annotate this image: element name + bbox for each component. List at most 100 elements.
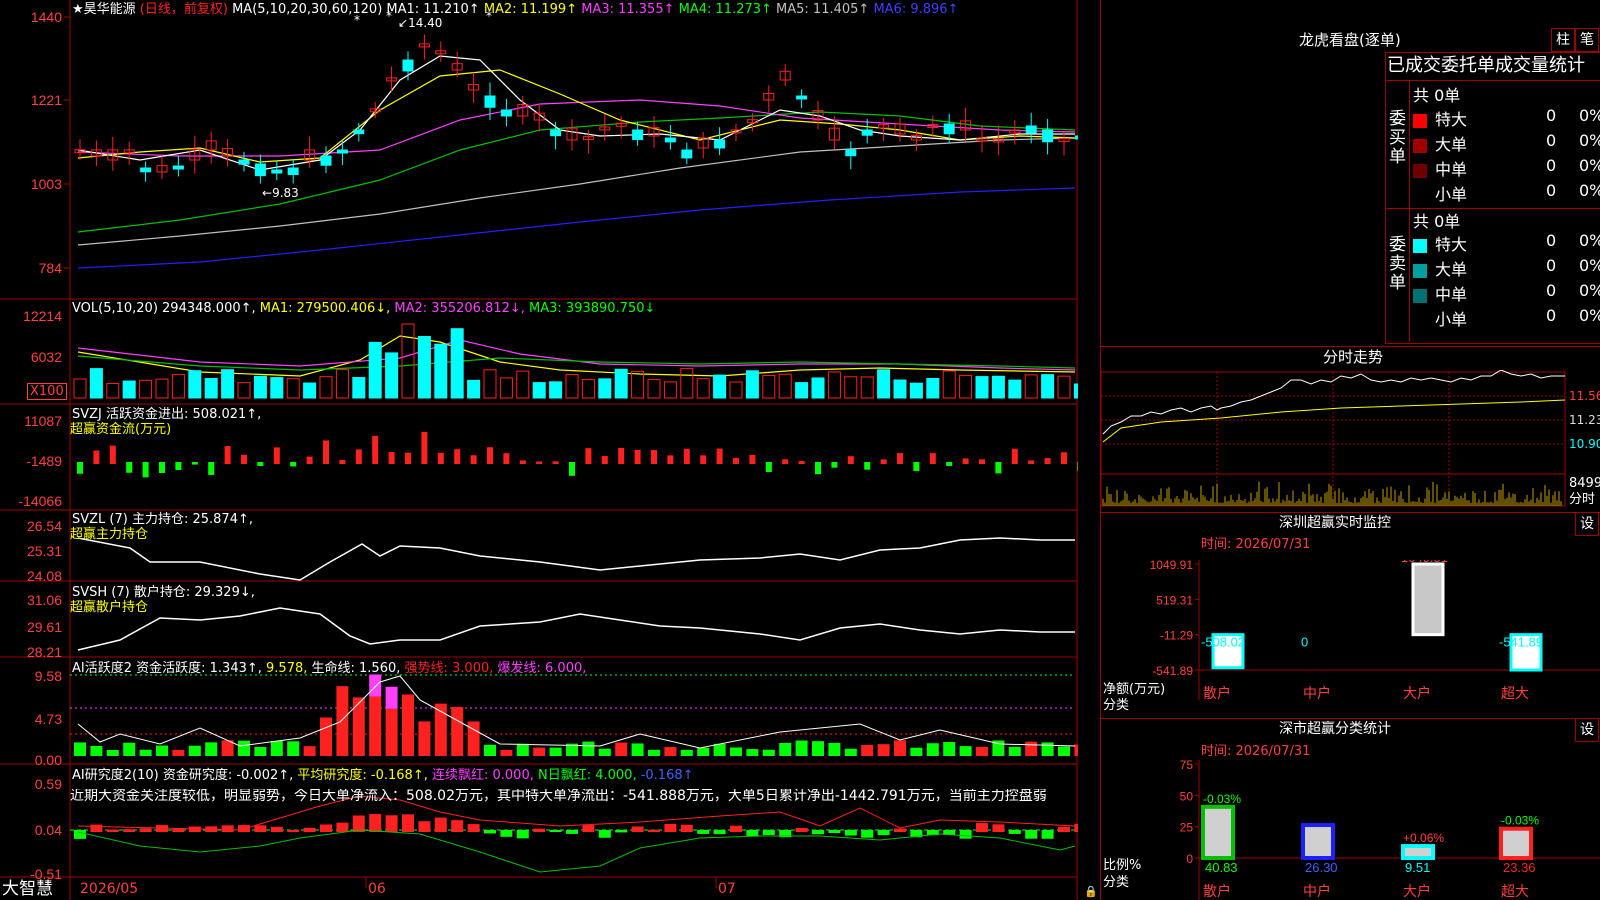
intraday-title: 分时走势 [1323, 348, 1384, 366]
volume-bar [385, 352, 399, 399]
capital-flow-bar [191, 462, 198, 465]
header-value-4: -0.168↑ [640, 768, 694, 783]
research-bar [1008, 830, 1021, 834]
svzj-axis-2: -1489 [26, 453, 62, 469]
brand-logo[interactable]: 大智慧 [2, 880, 53, 899]
vol-unit-badge[interactable]: X100 [27, 383, 67, 400]
stats-value-label: 26.30 [1305, 860, 1338, 875]
capital-flow-bar [1028, 460, 1035, 464]
order-type: 小单 [1435, 185, 1468, 204]
order-pct: 0% [1579, 231, 1600, 250]
volume-bar [844, 376, 858, 399]
price-axis-4: 784 [38, 260, 62, 276]
low-price-label: ←9.83 [262, 186, 299, 200]
research-bar [516, 830, 529, 839]
volume-bar [139, 379, 153, 399]
capital-flow-bar [454, 449, 461, 464]
stats-axis-tick: 50 [1180, 789, 1194, 803]
volume-bar [253, 375, 267, 399]
stats-xlabel: 分类 [1103, 875, 1130, 890]
capital-flow-bar [257, 462, 264, 466]
volume-bar [155, 378, 169, 399]
intraday-axis-1: 11.56 [1569, 389, 1600, 403]
volume-bar [352, 377, 366, 399]
research-bar [598, 830, 611, 838]
order-stats-tabs[interactable]: 已成交委托单成交量统计 [1387, 56, 1585, 76]
order-type: 特大 [1435, 110, 1468, 129]
tick-mode-button[interactable]: 笔 [1575, 28, 1599, 52]
svzj-axis-3: -14066 [18, 493, 62, 509]
sell-total: 共 0单 [1413, 212, 1461, 231]
activity-bar [500, 749, 513, 756]
order-type: 中单 [1435, 160, 1468, 179]
research-bar [680, 824, 693, 832]
activity-bar [238, 740, 250, 756]
activity-bar [402, 694, 414, 756]
research-bar [582, 825, 595, 832]
capital-flow-bar [470, 455, 477, 464]
order-pct: 0% [1579, 306, 1600, 325]
intraday-chart[interactable] [1101, 370, 1600, 510]
capital-flow-bar [618, 447, 625, 464]
research-bar [762, 830, 775, 835]
monitor-axis-tick: -11.29 [1160, 629, 1193, 643]
volume-bar [762, 375, 776, 399]
capital-flow-bar [306, 456, 313, 464]
ai-res-axis-2: 0.04 [34, 822, 62, 838]
stats-category: 大户 [1403, 883, 1431, 900]
research-bar [418, 821, 431, 832]
svsh-axis-3: 28.21 [26, 644, 62, 660]
order-count: 0 [1546, 181, 1557, 200]
stats-axis-tick: 75 [1180, 760, 1194, 772]
activity-bar [516, 743, 529, 756]
capital-flow-bar [536, 461, 543, 464]
research-bar [812, 830, 824, 835]
header-value-0: AI活跃度2 资金活跃度: 1.343↑, [72, 661, 267, 676]
capital-flow-bar [339, 459, 346, 464]
bar-mode-button[interactable]: 柱 [1551, 28, 1575, 52]
monitor-settings-button[interactable]: 设 [1575, 512, 1599, 536]
color-swatch [1413, 163, 1427, 178]
volume-bar [319, 376, 333, 399]
monitor-ylabel: 净额(万元) [1103, 682, 1166, 697]
activity-bar [139, 749, 152, 756]
order-count: 0 [1546, 131, 1557, 150]
capital-flow-bar [667, 455, 674, 464]
capital-flow-bar [355, 449, 362, 464]
volume-bar [991, 375, 1005, 399]
ai-axis-2: 4.73 [34, 711, 62, 727]
research-bar [1058, 826, 1070, 832]
research-bar [877, 830, 890, 836]
intraday-volume [1102, 481, 1562, 506]
research-bar [533, 828, 546, 832]
stats-change-label: -0.03% [1203, 792, 1241, 806]
volume-bar [647, 379, 661, 399]
volume-bar [532, 382, 546, 399]
activity-bar [582, 741, 595, 756]
lock-icon[interactable]: 🔒 [1084, 884, 1098, 899]
activity-bar [533, 747, 546, 756]
research-bar [861, 830, 874, 838]
stats-settings-button[interactable]: 设 [1575, 718, 1599, 742]
order-pct: 0% [1579, 131, 1600, 150]
volume-bar [221, 369, 235, 399]
order-type: 特大 [1435, 235, 1468, 254]
activity-bar [812, 741, 824, 756]
capital-flow-bar [929, 453, 936, 464]
activity-bar [1041, 742, 1054, 756]
svsh-axis-2: 29.61 [26, 619, 62, 635]
activity-bar [106, 749, 119, 756]
activity-bar [976, 746, 988, 756]
svzl-axis-1: 26.54 [26, 518, 62, 534]
monitor-category: 超大 [1501, 686, 1529, 702]
capital-flow-bar [880, 459, 887, 464]
volume-bar [89, 368, 103, 399]
activity-bar [648, 749, 660, 756]
kline-chart-area[interactable]: * * * ★昊华能源 (日线，前复权) MA(5,10,20,30,60,12… [0, 0, 1098, 900]
research-bar [451, 820, 464, 832]
header-value-3: 强势线: 3.000, [404, 661, 498, 676]
activity-bar [828, 742, 841, 756]
monitor-chart: 1049.91 519.31 -11.29 -541.89 -508.02 散户 0 中户 10… [1150, 560, 1600, 702]
ma-params: MA(5,10,20,30,60,120) [232, 2, 383, 17]
capital-flow-bar [552, 461, 559, 464]
